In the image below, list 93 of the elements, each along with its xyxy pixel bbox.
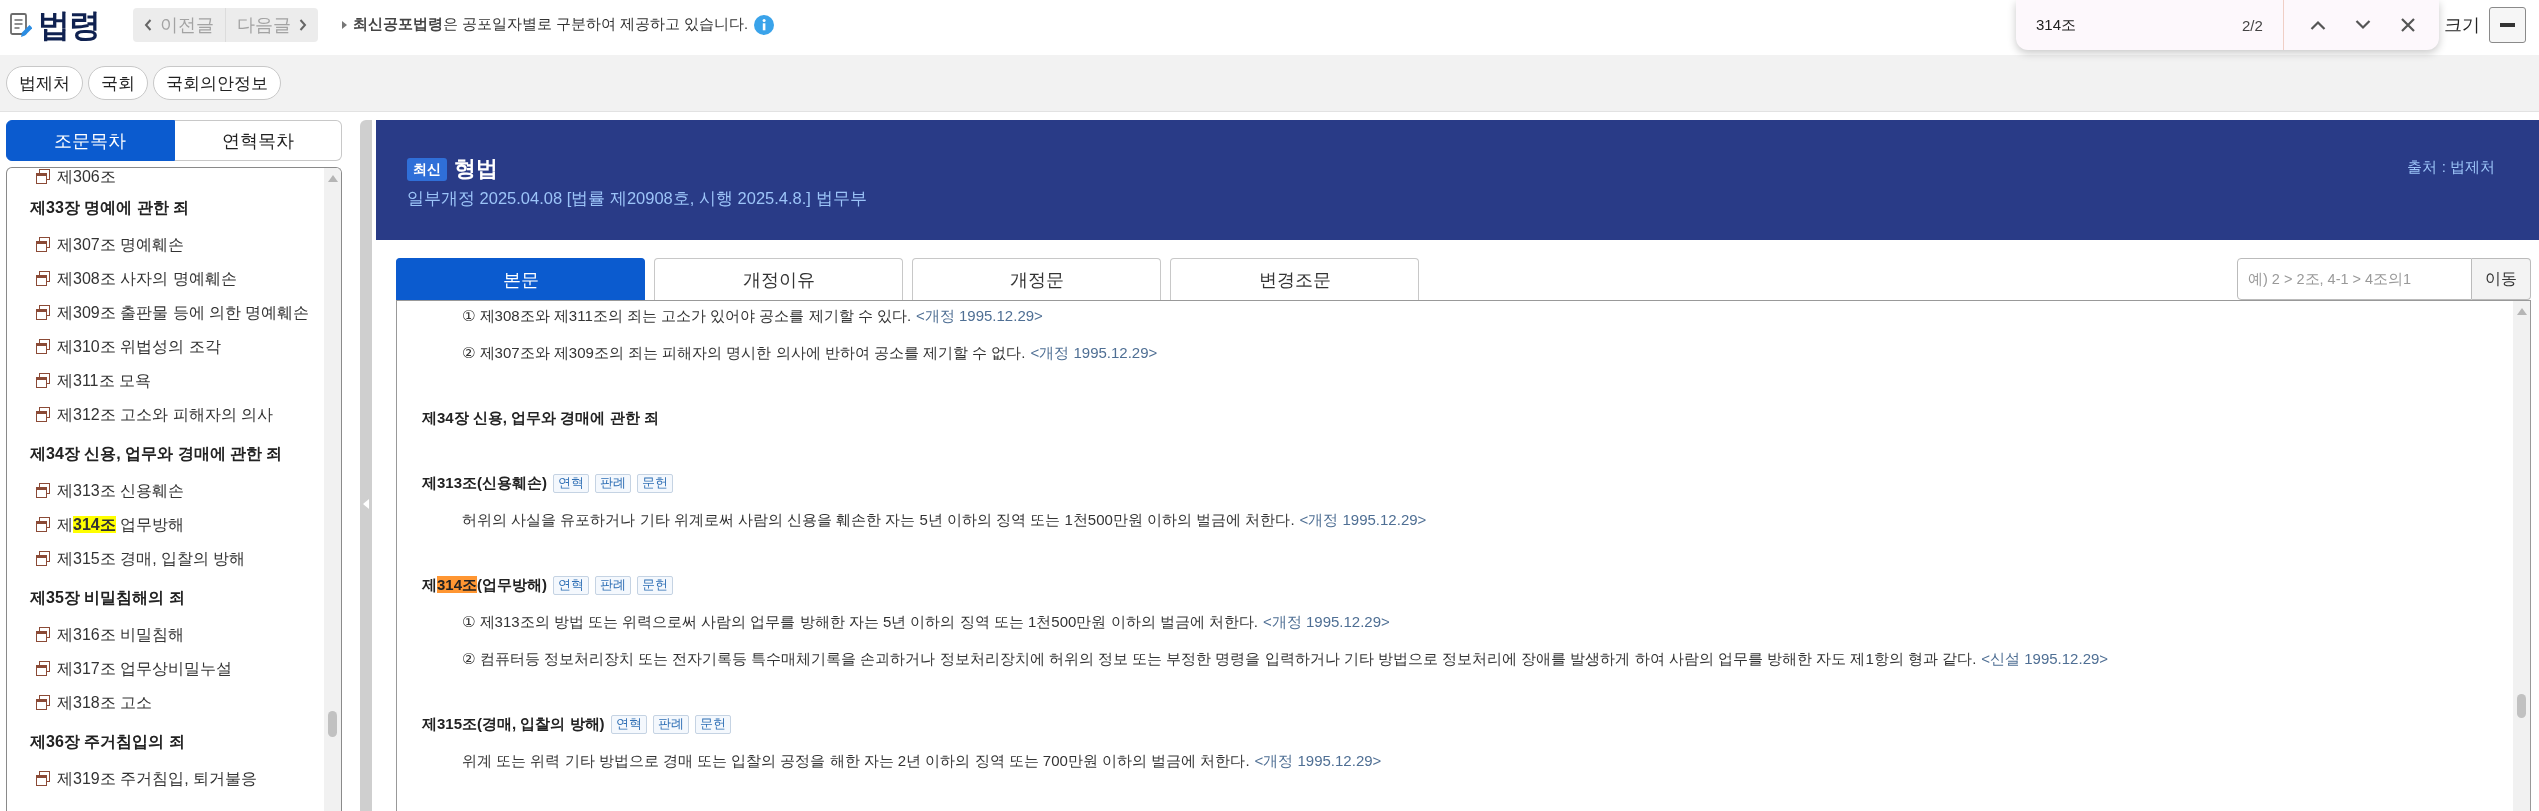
article-jump-field[interactable]: 예) 2 > 2조, 4-1 > 4조의1 (2237, 258, 2472, 300)
toc-item[interactable]: 제309조 출판물 등에 의한 명예훼손 (36, 302, 310, 322)
scrollbar[interactable] (324, 168, 341, 811)
chapter-heading: 제34장 신용, 업무와 경매에 관한 죄 (422, 408, 659, 428)
toc-tab[interactable]: 조문목차 (6, 120, 175, 161)
collapse-arrow-icon (363, 499, 369, 509)
scroll-up-icon (2516, 308, 2527, 315)
document-stack-icon (36, 516, 50, 532)
notice-text: 최신공포법령은 공포일자별로 구분하여 제공하고 있습니다. (353, 15, 749, 34)
tag-button[interactable]: 연혁 (553, 575, 590, 595)
toc-item[interactable]: 제308조 사자의 명예훼손 (36, 268, 237, 288)
document-stack-icon (36, 169, 50, 184)
content-tab[interactable]: 본문 (396, 258, 645, 300)
document-stack-icon (36, 236, 50, 252)
document-pencil-icon (10, 11, 32, 38)
find-input[interactable]: 314조 (2036, 13, 2236, 37)
law-subtitle: 일부개정 2025.04.08 [법률 제20908호, 시행 2025.4.8.] 법무부 (407, 188, 867, 209)
close-icon (2400, 18, 2415, 32)
tag-button[interactable]: 문헌 (637, 473, 674, 493)
toc-item[interactable]: 제317조 업무상비밀누설 (36, 658, 233, 678)
document-stack-icon (36, 694, 50, 710)
chevron-down-icon (2354, 20, 2371, 30)
minus-icon (2500, 22, 2515, 27)
tag-button[interactable]: 문헌 (637, 575, 674, 595)
clause-text: ② 제307조와 제309조의 죄는 피해자의 명시한 의사에 반하여 공소를 제기할 수 없다. <개정 1995.12.29> (462, 343, 1158, 363)
clause-text: ① 제308조와 제311조의 죄는 고소가 있어야 공소를 제기할 수 있다. <개정 1995.12.29> (462, 306, 1043, 326)
match-count: 2/2 (2242, 16, 2263, 34)
toc-item[interactable]: 제314조 업무방해 (36, 514, 185, 534)
content-tab[interactable]: 개정이유 (654, 258, 903, 300)
chevron-left-icon (144, 18, 152, 31)
document-stack-icon (36, 660, 50, 676)
toc-item[interactable]: 제319조 주거침입, 퇴거불응 (36, 768, 258, 788)
toc-item[interactable]: 제307조 명예훼손 (36, 234, 185, 254)
site-link-button[interactable]: 법제처 (6, 66, 83, 100)
site-link-button[interactable]: 국회 (88, 66, 148, 100)
tag-button[interactable]: 연혁 (553, 473, 590, 493)
tag-button[interactable]: 판례 (595, 473, 632, 493)
toc-item[interactable]: 제310조 위법성의 조각 (36, 336, 221, 356)
toc-item[interactable]: 제315조 경매, 입찰의 방해 (36, 548, 246, 568)
toc-item[interactable]: 제316조 비밀침해 (36, 624, 185, 644)
content-tab[interactable]: 변경조문 (1170, 258, 1419, 300)
toc-tab[interactable]: 연혁목차 (174, 120, 342, 161)
toc-item[interactable]: 제312조 고소와 피해자의 의사 (36, 404, 274, 424)
amendment-link[interactable]: <개정 1995.12.29> (1254, 751, 1382, 769)
document-stack-icon (36, 406, 50, 422)
clause-text: ① 제313조의 방법 또는 위력으로써 사람의 업무를 방해한 자는 5년 이하의 징역 또는 1천500만원 이하의 벌금에 처한다. <개정 1995.12.29> (462, 612, 1390, 632)
document-stack-icon (36, 550, 50, 566)
status-badge: 최신 (407, 157, 447, 181)
font-size-label: 크기 (2444, 13, 2480, 37)
amendment-link[interactable]: <신설 1995.12.29> (1981, 649, 2109, 667)
scrollbar-thumb[interactable] (328, 711, 337, 737)
amendment-link[interactable]: <개정 1995.12.29> (1299, 510, 1427, 528)
scrollbar-thumb[interactable] (2517, 694, 2526, 718)
site-link-button[interactable]: 국회의안정보 (153, 66, 281, 100)
clause-text: ② 컴퓨터등 정보처리장치 또는 전자기록등 특수매체기록을 손괴하거나 정보처리장치에 허위의 정보 또는 부정한 명령을 입력하거나 기타 방법으로 정보처리에 장애를 발생하게 하여 사람의 업무를 방해한 자도 제1항의 형과 같다. <신설 1995.12.29> (462, 649, 2109, 669)
amendment-link[interactable]: <개정 1995.12.29> (916, 306, 1043, 324)
document-stack-icon (36, 372, 50, 388)
chevron-right-icon (299, 18, 307, 31)
document-stack-icon (36, 770, 50, 786)
tag-button[interactable]: 연혁 (610, 714, 647, 734)
scroll-up-icon (327, 175, 338, 182)
tag-button[interactable]: 판례 (652, 714, 689, 734)
source-text: 출처 : 법제처 (2407, 158, 2495, 177)
toc-chapter[interactable]: 제34장 신용, 업무와 경매에 관한 죄 (30, 443, 283, 465)
article-title: 제313조(신용훼손) (422, 473, 548, 493)
document-stack-icon (36, 482, 50, 498)
amendment-link[interactable]: <개정 1995.12.29> (1263, 612, 1390, 630)
logo-text[interactable]: 법령 (38, 4, 100, 45)
clause-text: 허위의 사실을 유포하거나 기타 위계로써 사람의 신용을 훼손한 자는 5년 이하의 징역 또는 1천500만원 이하의 벌금에 처한다. <개정 1995.12.29> (462, 510, 1427, 530)
info-icon[interactable] (754, 14, 775, 35)
tag-button[interactable]: 판례 (595, 575, 632, 595)
chevron-up-icon (2309, 20, 2326, 30)
toc-chapter[interactable]: 제36장 주거침입의 죄 (30, 731, 185, 753)
scrollbar[interactable] (2513, 301, 2530, 811)
amendment-link[interactable]: <개정 1995.12.29> (1030, 343, 1158, 361)
toc-item[interactable]: 제313조 신용훼손 (36, 480, 185, 500)
content-tab[interactable]: 개정문 (912, 258, 1161, 300)
toc-chapter[interactable]: 제35장 비밀침해의 죄 (30, 587, 185, 609)
toc-chapter[interactable]: 제33장 명예에 관한 죄 (30, 197, 190, 219)
document-stack-icon (36, 626, 50, 642)
document-stack-icon (36, 270, 50, 286)
law-title: 형법 (454, 155, 498, 183)
toc-item[interactable]: 제318조 고소 (36, 692, 153, 712)
clause-text: 위계 또는 위력 기타 방법으로 경매 또는 입찰의 공정을 해한 자는 2년 이하의 징역 또는 700만원 이하의 벌금에 처한다. <개정 1995.12.29> (462, 751, 1382, 771)
article-title: 제315조(경매, 입찰의 방해) (422, 714, 605, 734)
toc-item[interactable]: 제306조 (36, 168, 116, 186)
document-stack-icon (36, 338, 50, 354)
tag-button[interactable]: 문헌 (694, 714, 731, 734)
document-stack-icon (36, 304, 50, 320)
go-button[interactable]: 이동 (2472, 258, 2531, 300)
triangle-bullet-icon (342, 20, 347, 29)
toc-item[interactable]: 제311조 모욕 (36, 370, 151, 390)
font-decrease-button[interactable] (2489, 6, 2526, 43)
